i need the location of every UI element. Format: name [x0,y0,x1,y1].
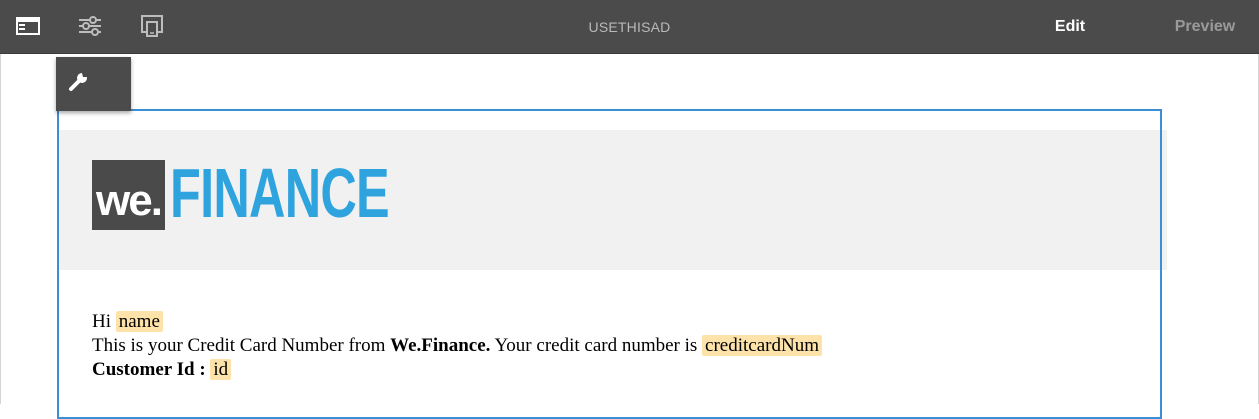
customer-id-line: Customer Id : id [92,358,1092,382]
greeting-text: Hi [92,311,111,332]
top-toolbar: USETHISAD Edit Preview [0,0,1259,54]
side-panel-icon[interactable] [15,13,41,39]
card-line-prefix: This is your Credit Card Number from [92,335,386,356]
edit-mode-button[interactable]: Edit [1040,0,1100,54]
card-line: This is your Credit Card Number from We.… [92,334,1092,358]
name-token[interactable]: name [115,311,163,332]
properties-icon[interactable] [77,13,103,39]
id-token[interactable]: id [210,359,232,380]
email-body: Hi name This is your Credit Card Number … [92,310,1092,382]
customer-id-label: Customer Id : [92,359,206,380]
component-configure-button[interactable] [56,57,131,111]
card-line-suffix: Your credit card number is [494,335,698,356]
preview-mode-button[interactable]: Preview [1160,0,1250,54]
creditcard-token[interactable]: creditcardNum [702,335,822,356]
emulator-icon[interactable] [139,13,165,39]
greeting-line: Hi name [92,310,1092,334]
wrench-icon [68,71,90,98]
card-line-brand: We.Finance. [390,335,491,356]
